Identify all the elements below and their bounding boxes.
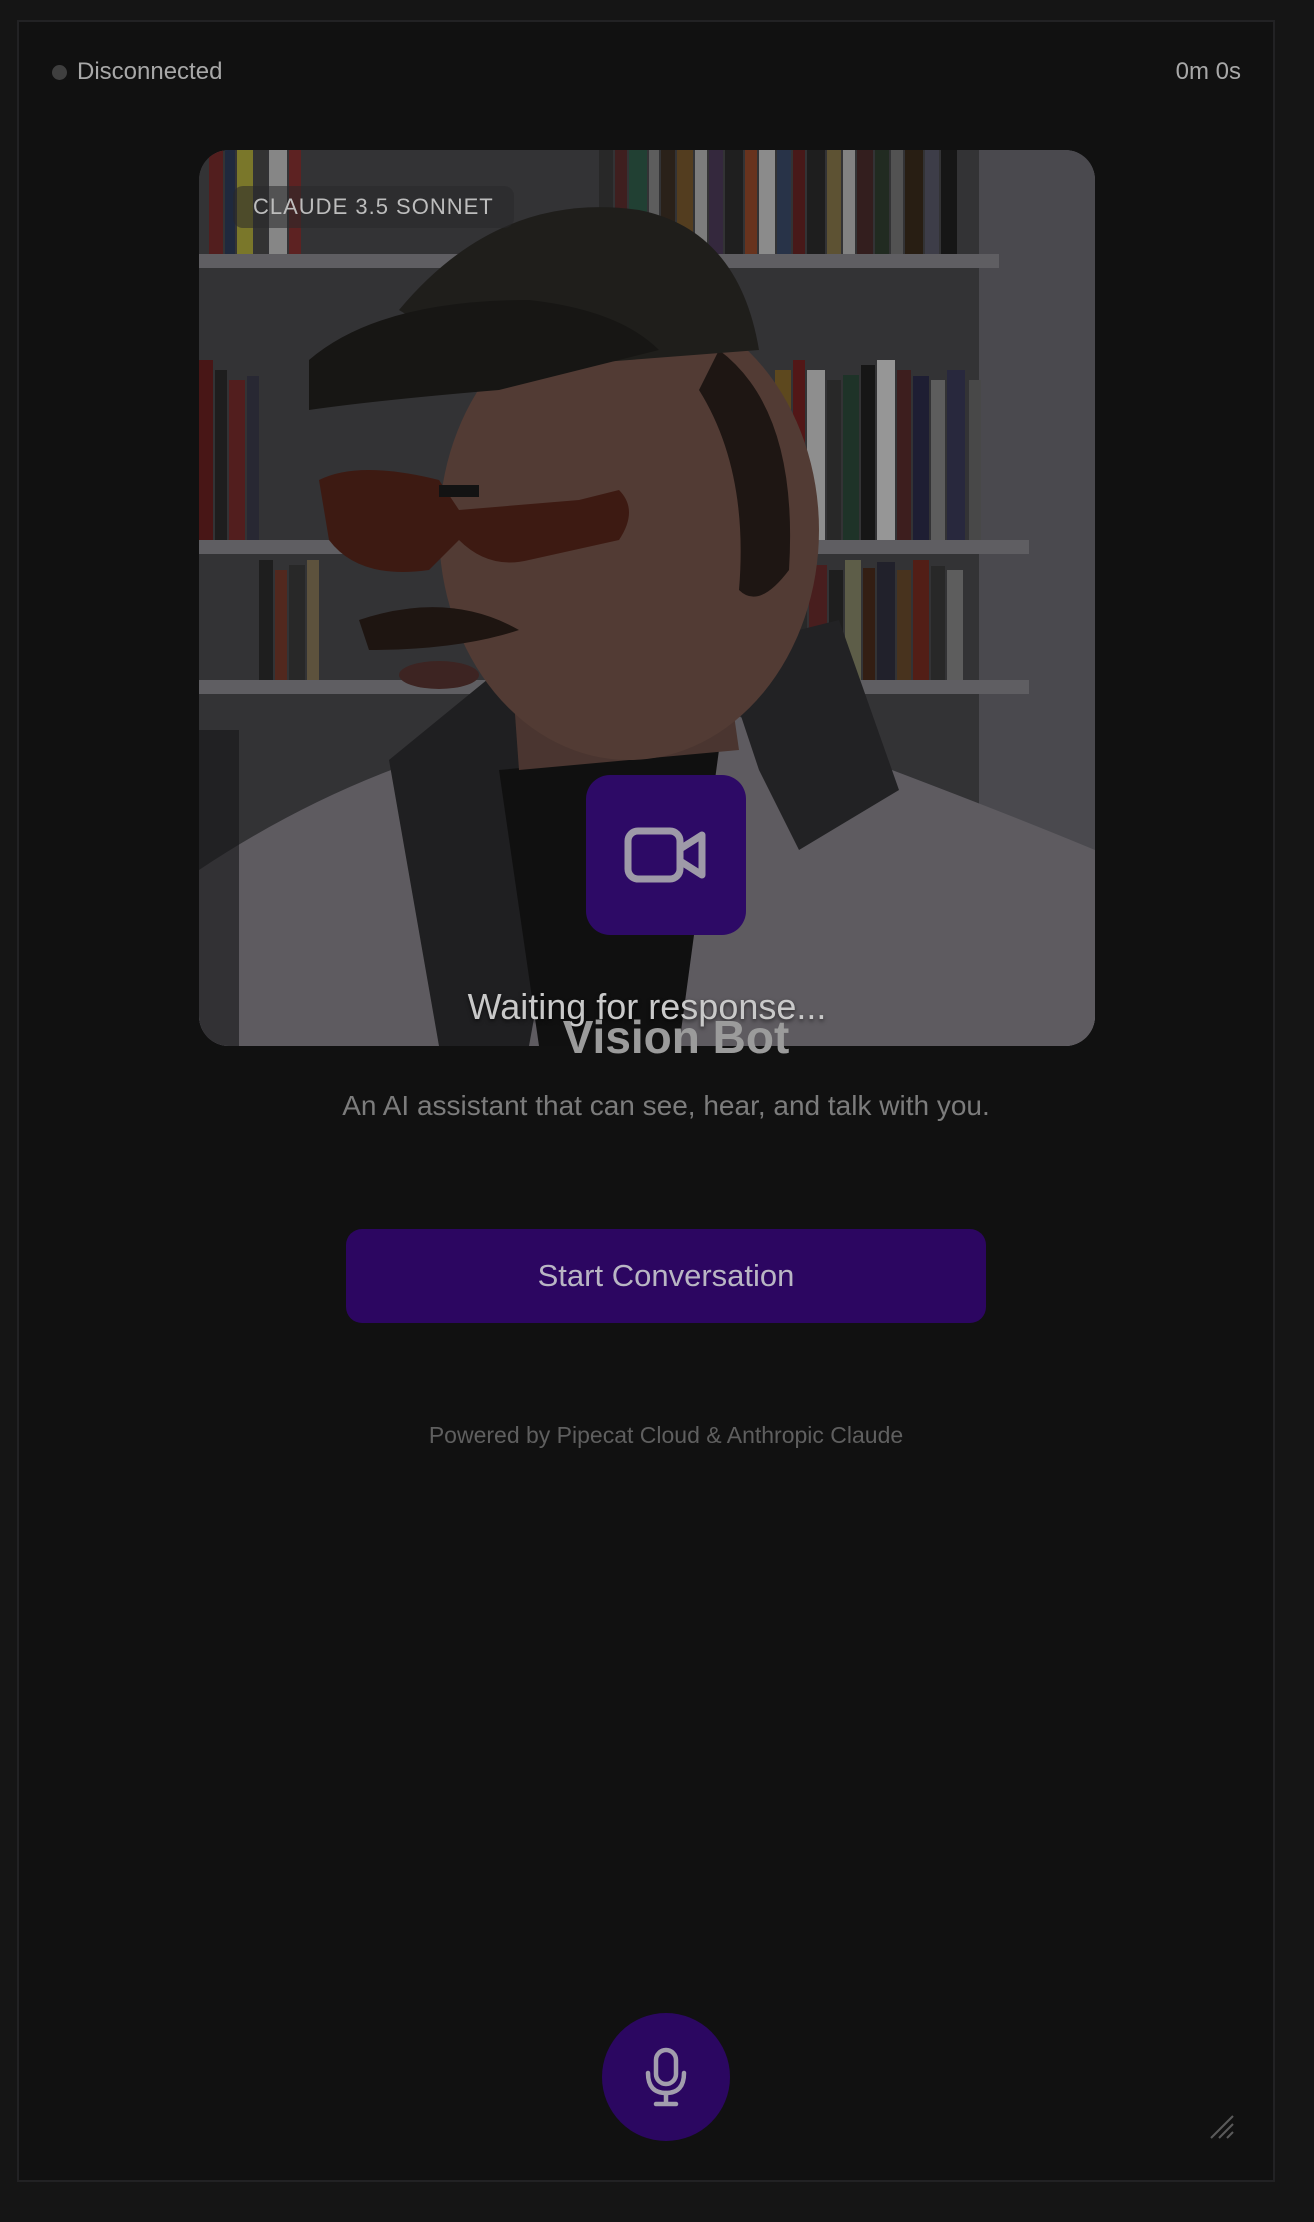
- bot-description: An AI assistant that can see, hear, and …: [342, 1090, 990, 1121]
- microphone-button[interactable]: [602, 2013, 730, 2141]
- resize-handle-icon[interactable]: [1207, 2112, 1235, 2140]
- connection-status: Disconnected: [52, 58, 222, 86]
- status-dot: [52, 64, 67, 80]
- video-feed: CLAUDE 3.5 SONNET Waiting for response..…: [199, 150, 1095, 1046]
- bot-title: Vision Bot: [562, 1011, 790, 1063]
- powered-by-text: Powered by Pipecat Cloud & Anthropic Cla…: [428, 1422, 904, 1448]
- model-badge: CLAUDE 3.5 SONNET: [233, 186, 514, 228]
- start-conversation-button[interactable]: Start Conversation: [346, 1229, 986, 1323]
- app-frame: Disconnected 0m 0s CLAUDE 3.5 SONNET Wai…: [17, 20, 1275, 2182]
- session-timer: 0m 0s: [1175, 58, 1241, 85]
- video-placeholder-tile: [586, 775, 746, 935]
- video-camera-icon: [624, 827, 706, 883]
- status-text: Disconnected: [77, 58, 223, 85]
- microphone-icon: [645, 2047, 687, 2107]
